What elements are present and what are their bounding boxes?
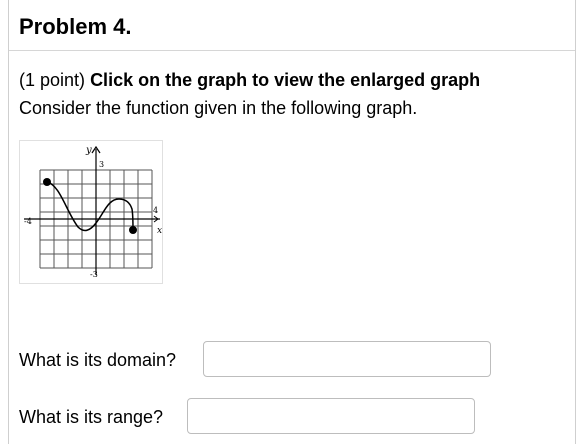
right-endpoint-dot xyxy=(129,226,137,234)
y-tick-bottom: -3 xyxy=(90,270,98,279)
y-tick-top: 3 xyxy=(99,160,104,169)
x-axis-letter: x xyxy=(157,226,162,236)
left-endpoint-dot xyxy=(43,178,51,186)
range-question-label: What is its range? xyxy=(19,407,164,427)
click-instruction: Click on the graph to view the enlarged … xyxy=(90,70,481,90)
points-label: (1 point) xyxy=(19,70,86,90)
problem-intro: (1 point) Click on the graph to view the… xyxy=(19,66,559,122)
function-curve xyxy=(46,181,134,232)
range-answer-input[interactable] xyxy=(187,398,475,434)
title-divider xyxy=(9,50,575,51)
function-graph-thumbnail[interactable]: y 3 -3 -4 4 x xyxy=(19,140,163,284)
domain-question-label: What is its domain? xyxy=(19,350,177,370)
domain-answer-input[interactable] xyxy=(203,341,491,377)
x-tick-right: 4 xyxy=(153,206,158,215)
intro-line-1: (1 point) Click on the graph to view the… xyxy=(19,66,559,94)
function-graph[interactable]: y 3 -3 -4 4 x xyxy=(20,141,162,283)
problem-description: Consider the function given in the follo… xyxy=(19,98,418,118)
x-tick-left: -4 xyxy=(24,217,32,226)
problem-title: Problem 4. xyxy=(19,14,132,39)
y-axis-letter: y xyxy=(85,145,92,156)
